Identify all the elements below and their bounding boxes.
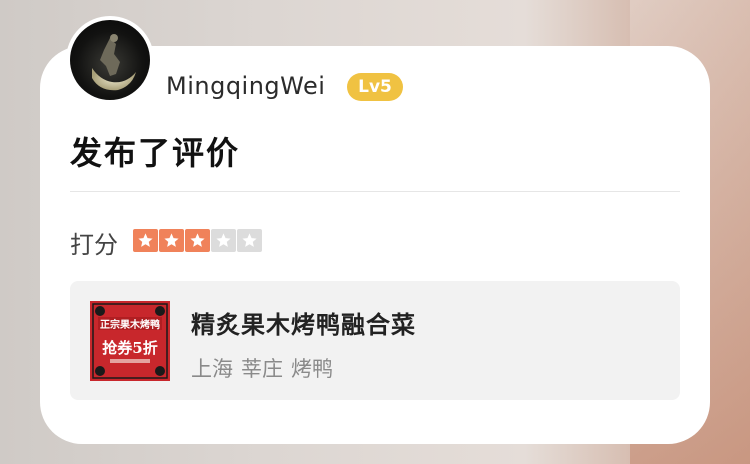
shop-district: 莘庄 [241, 357, 283, 381]
star-icon [211, 229, 236, 252]
shop-thumbnail: 正宗果木烤鸭 抢券5折 [90, 301, 170, 381]
avatar[interactable] [66, 16, 154, 104]
rating-label: 打分 [70, 231, 118, 259]
shop-city: 上海 [191, 357, 233, 381]
shop-category: 烤鸭 [291, 357, 333, 381]
thumb-headline: 正宗果木烤鸭 [100, 318, 160, 331]
divider [70, 191, 680, 192]
moon-figure-avatar-icon [70, 20, 150, 100]
level-badge: Lv5 [347, 73, 403, 101]
shop-name[interactable]: 精炙果木烤鸭融合菜 [191, 305, 416, 340]
post-title: 发布了评价 [70, 134, 241, 172]
star-icon [237, 229, 262, 252]
thumb-promo: 抢券5折 [102, 339, 157, 357]
star-rating [133, 229, 262, 252]
username[interactable]: MingqingWei [166, 72, 325, 100]
star-icon [133, 229, 158, 252]
star-icon [185, 229, 210, 252]
shop-meta: 上海 莘庄 烤鸭 [191, 353, 333, 383]
star-icon [159, 229, 184, 252]
shop-card[interactable]: 正宗果木烤鸭 抢券5折 精炙果木烤鸭融合菜 上海 莘庄 烤鸭 [70, 281, 680, 400]
